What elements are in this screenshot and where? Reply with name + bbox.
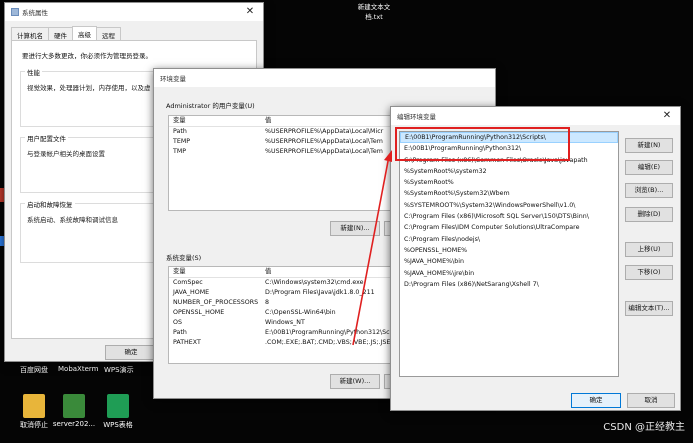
arrow-head bbox=[384, 150, 392, 162]
arrow-line bbox=[352, 155, 390, 346]
annotation-arrow bbox=[352, 150, 392, 346]
